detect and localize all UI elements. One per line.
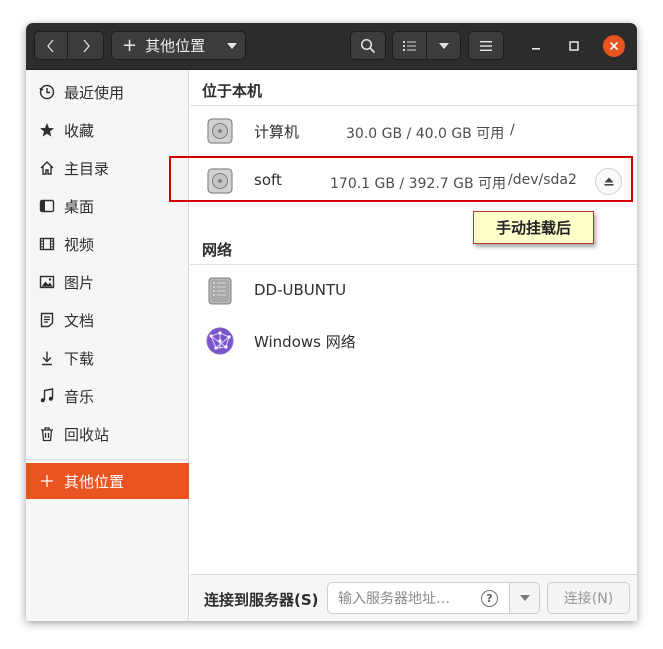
plus-icon: + [122, 34, 138, 56]
sidebar-item-videos[interactable]: 视频 [26, 226, 189, 262]
sidebar-item-home[interactable]: 主目录 [26, 150, 189, 186]
network-name: DD-UBUNTU [254, 281, 347, 299]
chevron-right-icon [83, 39, 90, 52]
sidebar-item-starred[interactable]: 收藏 [26, 112, 189, 148]
sidebar-item-label: 音乐 [64, 387, 95, 406]
sidebar-divider [26, 459, 189, 460]
minimize-button[interactable] [526, 36, 546, 56]
close-icon [609, 41, 619, 51]
sidebar-item-label: 主目录 [64, 159, 110, 178]
highlight-box [169, 156, 633, 202]
star-icon [39, 122, 55, 138]
search-icon [360, 38, 376, 53]
sidebar: 最近使用 收藏 主目录 桌面 视频 图片 文档 下载 音乐 回收站 其他位置 [26, 70, 189, 621]
close-button[interactable] [603, 35, 625, 57]
section-title-network: 网络 [202, 241, 233, 259]
network-globe-icon [206, 327, 234, 355]
network-row-dd-ubuntu[interactable]: DD-UBUNTU [190, 266, 637, 316]
section-title-local: 位于本机 [202, 82, 263, 100]
film-icon [39, 236, 55, 252]
clock-icon [39, 84, 55, 100]
chevron-left-icon [47, 39, 54, 52]
recent-servers-dropdown[interactable] [509, 582, 540, 614]
network-row-windows[interactable]: Windows 网络 [190, 316, 637, 366]
connect-to-server-bar: 连接到服务器(S) ? 连接(N) [190, 574, 637, 621]
maximize-button[interactable] [564, 36, 584, 56]
plus-icon [39, 473, 55, 489]
connect-button[interactable]: 连接(N) [547, 582, 630, 614]
sidebar-item-other-locations[interactable]: 其他位置 [26, 463, 189, 499]
location-row-computer[interactable]: 计算机 30.0 GB / 40.0 GB 可用 / [190, 106, 637, 156]
trash-icon [39, 426, 55, 442]
minimize-icon [532, 48, 540, 50]
download-icon [39, 350, 55, 366]
sidebar-item-trash[interactable]: 回收站 [26, 416, 189, 452]
sidebar-item-label: 回收站 [64, 425, 110, 444]
header-bar: + 其他位置 [26, 23, 637, 70]
sidebar-item-label: 视频 [64, 235, 95, 254]
dropdown-arrow-icon [227, 43, 237, 49]
location-name: 计算机 [254, 123, 300, 141]
sidebar-item-recent[interactable]: 最近使用 [26, 74, 189, 110]
section-divider [190, 264, 637, 265]
sidebar-item-label: 最近使用 [64, 83, 125, 102]
sidebar-item-label: 桌面 [64, 197, 95, 216]
forward-button[interactable] [67, 31, 104, 60]
help-icon[interactable]: ? [481, 590, 498, 607]
image-icon [39, 274, 55, 290]
sidebar-item-label: 下载 [64, 349, 95, 368]
sidebar-item-label: 其他位置 [64, 472, 125, 491]
connect-label: 连接到服务器(S) [204, 591, 319, 609]
search-button[interactable] [350, 31, 386, 60]
annotation-note: 手动挂载后 [473, 211, 594, 244]
file-manager-window: + 其他位置 最近使用 收藏 主目录 桌面 视频 图片 文档 下载 音乐 回收站… [26, 23, 637, 621]
maximize-icon [569, 41, 579, 51]
hamburger-icon [480, 40, 492, 51]
location-path: / [510, 122, 515, 138]
desktop-icon [39, 198, 55, 214]
server-address-input[interactable] [336, 588, 475, 610]
menu-button[interactable] [468, 31, 504, 60]
sidebar-item-music[interactable]: 音乐 [26, 378, 189, 414]
sidebar-item-documents[interactable]: 文档 [26, 302, 189, 338]
server-address-field[interactable]: ? [327, 582, 510, 614]
home-icon [39, 160, 55, 176]
sidebar-item-downloads[interactable]: 下载 [26, 340, 189, 376]
chevron-down-icon [438, 42, 449, 49]
sidebar-item-pictures[interactable]: 图片 [26, 264, 189, 300]
document-icon [39, 312, 55, 328]
hard-drive-icon [207, 118, 233, 144]
sidebar-item-label: 文档 [64, 311, 95, 330]
network-name: Windows 网络 [254, 333, 356, 351]
location-size: 30.0 GB / 40.0 GB 可用 [346, 126, 505, 142]
view-options-button[interactable] [426, 31, 461, 60]
locations-view: 位于本机 计算机 30.0 GB / 40.0 GB 可用 / soft 170… [190, 70, 637, 621]
music-icon [39, 388, 55, 404]
sidebar-item-label: 图片 [64, 273, 95, 292]
sidebar-item-label: 收藏 [64, 121, 95, 140]
list-view-icon [402, 40, 416, 51]
server-icon [208, 277, 232, 305]
chevron-down-icon [519, 595, 530, 601]
back-button[interactable] [34, 31, 68, 60]
view-toggle-button[interactable] [392, 31, 427, 60]
path-label: 其他位置 [145, 37, 206, 55]
path-bar-button[interactable]: + 其他位置 [111, 31, 246, 60]
sidebar-item-desktop[interactable]: 桌面 [26, 188, 189, 224]
